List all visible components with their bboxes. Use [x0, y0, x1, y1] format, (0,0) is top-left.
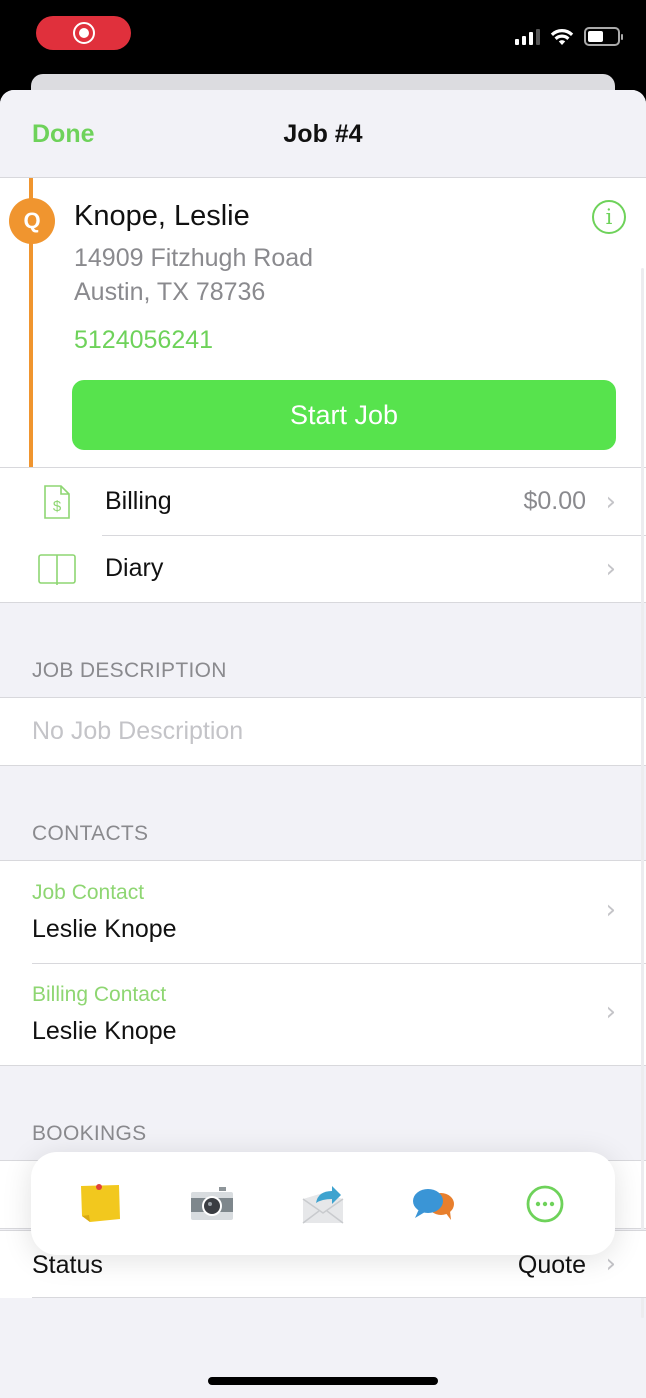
- chevron-right-icon: ›: [605, 1249, 616, 1279]
- contact-name: Leslie Knope: [32, 1017, 177, 1045]
- billing-amount: $0.00: [523, 487, 586, 515]
- address-line-2[interactable]: Austin, TX 78736: [74, 278, 265, 307]
- start-job-button[interactable]: Start Job: [72, 380, 616, 450]
- contact-role: Job Contact: [32, 881, 145, 904]
- job-description-section: No Job Description: [0, 697, 646, 766]
- more-button[interactable]: [515, 1174, 575, 1234]
- contact-name: Leslie Knope: [32, 915, 177, 943]
- screen-record-icon: [72, 22, 95, 44]
- camera-button[interactable]: [182, 1174, 242, 1234]
- diary-book-icon: [38, 554, 76, 585]
- chevron-right-icon: ›: [605, 997, 616, 1027]
- job-contact-row[interactable]: Job Contact Leslie Knope ›: [0, 861, 646, 963]
- status-label: Status: [32, 1251, 103, 1279]
- quote-status-badge: Q: [9, 198, 55, 244]
- battery-level: [588, 31, 604, 42]
- status-bar: [0, 0, 646, 75]
- job-description-header: JOB DESCRIPTION: [0, 603, 646, 697]
- contacts-section: Job Contact Leslie Knope › Billing Conta…: [0, 860, 646, 1066]
- messages-button[interactable]: [404, 1174, 464, 1234]
- section-title: JOB DESCRIPTION: [32, 659, 227, 682]
- contact-role: Billing Contact: [32, 983, 167, 1006]
- navigation-bar: Done Job #4: [0, 90, 646, 178]
- battery-icon: [584, 27, 623, 46]
- sticky-note-icon: [80, 1183, 120, 1222]
- status-value: Quote: [517, 1251, 586, 1279]
- quick-actions-toolbar: [31, 1152, 615, 1255]
- chat-bubbles-icon: [413, 1188, 455, 1220]
- sticky-note-button[interactable]: [71, 1174, 131, 1234]
- home-indicator[interactable]: [208, 1377, 438, 1385]
- svg-text:$: $: [53, 498, 62, 515]
- more-icon: [526, 1185, 564, 1222]
- phone-link[interactable]: 5124056241: [74, 326, 213, 355]
- customer-name[interactable]: Knope, Leslie: [74, 200, 250, 233]
- job-menu: $ Billing $0.00 › Diary ›: [0, 468, 646, 603]
- menu-item-label: Diary: [105, 554, 164, 582]
- scrollbar[interactable]: [641, 268, 644, 1318]
- section-title: BOOKINGS: [32, 1122, 147, 1145]
- wifi-icon: [550, 28, 574, 45]
- system-icons: [515, 27, 623, 46]
- job-description-field[interactable]: No Job Description: [0, 698, 646, 765]
- camera-icon: [190, 1186, 233, 1220]
- menu-item-label: Billing: [105, 487, 172, 515]
- billing-contact-row[interactable]: Billing Contact Leslie Knope ›: [0, 963, 646, 1065]
- bookings-header: BOOKINGS: [0, 1066, 646, 1160]
- cellular-signal-icon: [515, 28, 540, 45]
- menu-item-diary[interactable]: Diary ›: [0, 535, 646, 602]
- page-title: Job #4: [283, 120, 363, 148]
- address-line-1[interactable]: 14909 Fitzhugh Road: [74, 244, 313, 273]
- email-button[interactable]: [293, 1174, 353, 1234]
- forward-email-icon: [302, 1185, 344, 1224]
- billing-document-icon: $: [44, 485, 70, 519]
- chevron-right-icon: ›: [605, 553, 616, 584]
- chevron-right-icon: ›: [605, 486, 616, 517]
- chevron-right-icon: ›: [605, 895, 616, 925]
- contacts-header: CONTACTS: [0, 766, 646, 860]
- screen-record-indicator[interactable]: [36, 16, 131, 50]
- info-icon[interactable]: i: [592, 200, 626, 234]
- menu-item-billing[interactable]: $ Billing $0.00 ›: [0, 468, 646, 535]
- section-title: CONTACTS: [32, 822, 149, 845]
- job-summary-card: Q Knope, Leslie 14909 Fitzhugh Road Aust…: [0, 178, 646, 468]
